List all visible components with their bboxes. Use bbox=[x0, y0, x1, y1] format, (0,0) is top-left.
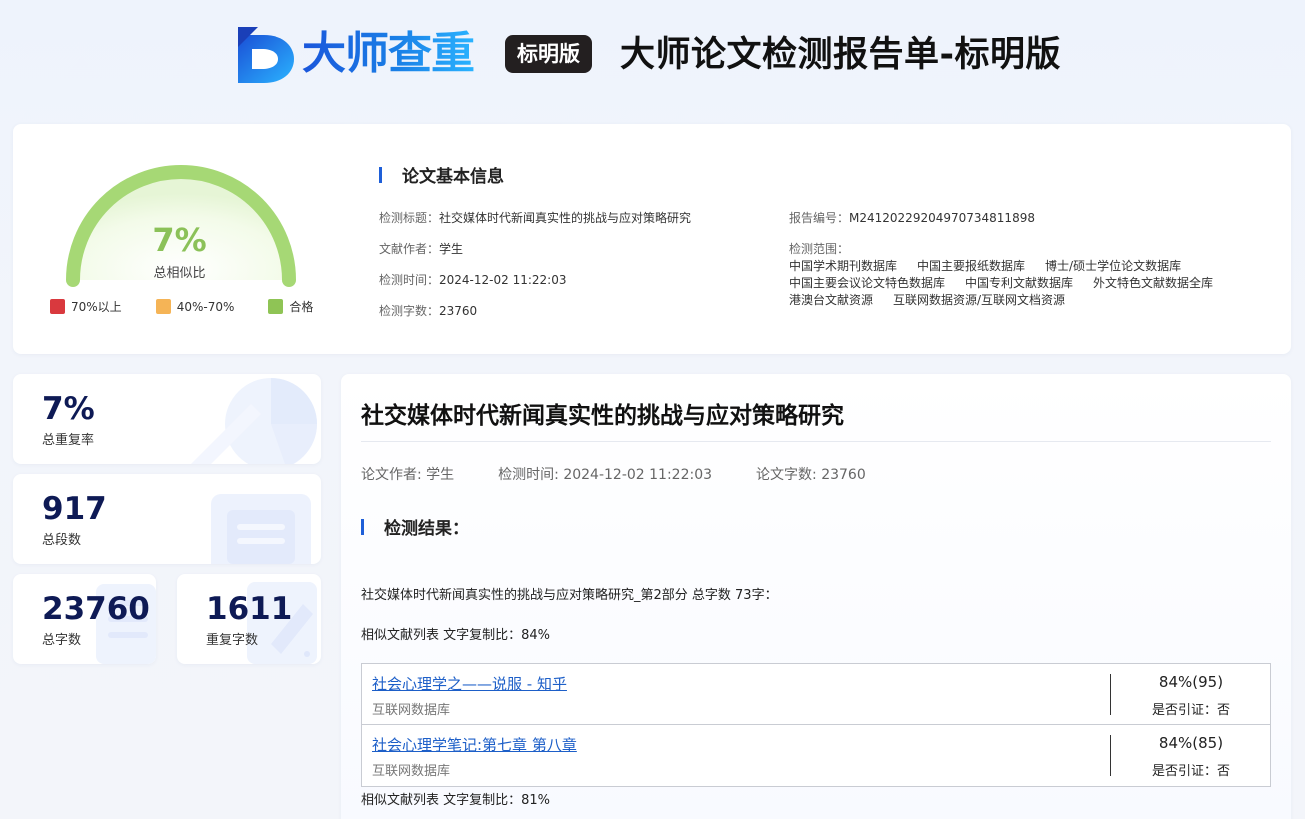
dashi-logo-icon bbox=[238, 27, 294, 83]
info-label: 检测字数： bbox=[379, 304, 440, 318]
stat-label: 总重复率 bbox=[42, 433, 95, 448]
info-label: 文献作者： bbox=[379, 242, 440, 256]
stat-label: 重复字数 bbox=[206, 633, 259, 648]
legend-item-high: 70%以上 bbox=[50, 298, 122, 315]
scope-line-2: 中国主要会议论文特色数据库 中国专利文献数据库 外文特色文献数据全库 bbox=[789, 275, 1233, 291]
doc-title-link[interactable]: 社会心理学之——说服 - 知乎 bbox=[372, 673, 567, 694]
similar-docs-table: 社会心理学之——说服 - 知乎 互联网数据库 84%(95) 是否引证：否 社会… bbox=[361, 663, 1271, 787]
info-value: 社交媒体时代新闻真实性的挑战与应对策略研究 bbox=[439, 211, 692, 225]
info-report-no-row: 报告编号：M24120229204970734811898 bbox=[789, 210, 1035, 226]
table-row: 社会心理学笔记:第七章 第八章 互联网数据库 84%(85) 是否引证：否 bbox=[362, 725, 1270, 786]
basic-info-heading: 论文基本信息 bbox=[379, 162, 504, 187]
legend-label: 70%以上 bbox=[71, 300, 122, 314]
scope-item: 中国主要报纸数据库 bbox=[917, 259, 1026, 273]
legend-swatch bbox=[50, 299, 65, 314]
legend-item-pass: 合格 bbox=[268, 298, 313, 315]
scope-label: 检测范围： bbox=[789, 242, 850, 256]
legend-label: 40%-70% bbox=[176, 299, 235, 314]
stat-total-paragraphs-card: 917 总段数 bbox=[13, 474, 321, 564]
heading-text: 论文基本信息 bbox=[402, 167, 504, 187]
basic-info-card: 7% 总相似比 70%以上 40%-70% 合格 论文基本信息 检测标题：社交媒… bbox=[13, 124, 1291, 354]
info-author-row: 文献作者：学生 bbox=[379, 241, 463, 257]
stat-value: 1611 bbox=[206, 591, 293, 627]
info-value: 学生 bbox=[439, 242, 464, 256]
scope-item: 互联网数据资源/互联网文档资源 bbox=[893, 293, 1066, 307]
doc-source: 互联网数据库 bbox=[372, 703, 451, 718]
gauge-legend: 70%以上 40%-70% 合格 bbox=[50, 298, 313, 315]
part-summary: 社交媒体时代新闻真实性的挑战与应对策略研究_第2部分 总字数 73字： bbox=[361, 588, 778, 603]
pie-chart-icon bbox=[191, 378, 317, 464]
heading-bar bbox=[361, 518, 364, 535]
stat-label: 总字数 bbox=[42, 633, 82, 648]
scope-item: 中国学术期刊数据库 bbox=[789, 259, 898, 273]
legend-label: 合格 bbox=[289, 300, 314, 314]
report-header: 大师查重 标明版 大师论文检测报告单-标明版 bbox=[0, 0, 1305, 110]
info-time-row: 检测时间：2024-12-02 11:22:03 bbox=[379, 272, 566, 288]
legend-swatch bbox=[268, 299, 284, 314]
doc-similarity: 84%(95) bbox=[1158, 673, 1224, 691]
logo-text: 大师查重 bbox=[302, 24, 475, 84]
gauge-percent: 7% bbox=[152, 221, 207, 259]
scope-item: 港澳台文献资源 bbox=[789, 293, 874, 307]
document-icon bbox=[211, 494, 311, 564]
doc-similarity: 84%(85) bbox=[1158, 734, 1224, 752]
info-label: 检测时间： bbox=[379, 273, 440, 287]
doc-source: 互联网数据库 bbox=[372, 764, 451, 779]
stat-total-words-card: 23760 总字数 bbox=[13, 574, 156, 664]
info-value: 23760 bbox=[439, 304, 478, 318]
heading-bar bbox=[379, 166, 382, 183]
stat-value: 7% bbox=[42, 391, 95, 427]
doc-citation: 是否引证：否 bbox=[1151, 703, 1230, 718]
result-heading: 检测结果： bbox=[361, 514, 469, 539]
doc-citation: 是否引证：否 bbox=[1151, 764, 1230, 779]
scope-item: 中国专利文献数据库 bbox=[965, 276, 1074, 290]
logo-badge: 标明版 bbox=[505, 35, 592, 73]
heading-text: 检测结果： bbox=[384, 519, 469, 539]
paper-author: 论文作者: 学生 bbox=[361, 467, 455, 483]
info-title-row: 检测标题：社交媒体时代新闻真实性的挑战与应对策略研究 bbox=[379, 210, 691, 226]
stat-total-rate-card: 7% 总重复率 bbox=[13, 374, 321, 464]
scope-line-3: 港澳台文献资源 互联网数据资源/互联网文档资源 bbox=[789, 292, 1085, 308]
info-words-row: 检测字数：23760 bbox=[379, 303, 477, 319]
info-label: 报告编号： bbox=[789, 211, 850, 225]
legend-swatch bbox=[155, 299, 171, 314]
stat-label: 总段数 bbox=[42, 533, 82, 548]
stat-repeat-words-card: 1611 重复字数 bbox=[177, 574, 321, 664]
scope-item: 中国主要会议论文特色数据库 bbox=[789, 276, 946, 290]
stat-value: 917 bbox=[42, 491, 107, 527]
paper-check-time: 检测时间: 2024-12-02 11:22:03 bbox=[498, 467, 713, 483]
report-title: 大师论文检测报告单-标明版 bbox=[620, 35, 1062, 75]
detection-result-card: 社交媒体时代新闻真实性的挑战与应对策略研究 论文作者: 学生 检测时间: 202… bbox=[341, 374, 1291, 819]
paper-title: 社交媒体时代新闻真实性的挑战与应对策略研究 bbox=[361, 403, 844, 429]
stat-value: 23760 bbox=[42, 591, 150, 627]
legend-item-mid: 40%-70% bbox=[155, 298, 235, 315]
copy-ratio-line: 相似文献列表 文字复制比：81% bbox=[361, 793, 551, 808]
table-row: 社会心理学之——说服 - 知乎 互联网数据库 84%(95) 是否引证：否 bbox=[362, 664, 1270, 725]
info-label: 检测标题： bbox=[379, 211, 440, 225]
scope-item: 外文特色文献数据全库 bbox=[1093, 276, 1214, 290]
scope-item: 博士/硕士学位论文数据库 bbox=[1045, 259, 1182, 273]
paper-meta-row: 论文作者: 学生 检测时间: 2024-12-02 11:22:03 论文字数:… bbox=[361, 464, 910, 484]
gauge-label: 总相似比 bbox=[153, 266, 206, 281]
divider bbox=[361, 441, 1271, 442]
info-value: 2024-12-02 11:22:03 bbox=[439, 273, 567, 287]
info-value: M24120229204970734811898 bbox=[849, 211, 1035, 225]
doc-title-link[interactable]: 社会心理学笔记:第七章 第八章 bbox=[372, 734, 577, 755]
scope-line-1: 中国学术期刊数据库 中国主要报纸数据库 博士/硕士学位论文数据库 bbox=[789, 258, 1201, 274]
copy-ratio-line: 相似文献列表 文字复制比：84% bbox=[361, 628, 551, 643]
paper-word-count: 论文字数: 23760 bbox=[756, 467, 866, 483]
